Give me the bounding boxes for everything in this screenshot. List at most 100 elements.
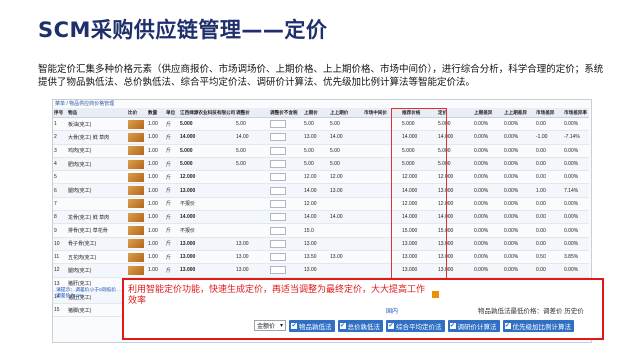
- cell-item: 骨子骨(克工): [67, 237, 127, 251]
- adjust-price-input[interactable]: [270, 146, 286, 155]
- item-thumbnail: [127, 144, 147, 158]
- adjust-price-input[interactable]: [270, 120, 286, 129]
- product-image[interactable]: [128, 146, 144, 156]
- adjust-price-input[interactable]: [270, 239, 286, 248]
- table-row[interactable]: 8 龙骨(克工) 鲜 草肉 1.00 斤 14.000 14.00 14.00 14.000 1…: [53, 210, 589, 225]
- product-image[interactable]: [128, 226, 144, 236]
- cell-item: [67, 170, 127, 185]
- cell-adj: 14.00: [235, 130, 269, 145]
- column-header[interactable]: 序号: [53, 108, 67, 118]
- cell-d2: 0.00%: [503, 250, 535, 265]
- table-row[interactable]: 10 骨子骨(克工) 1.00 斤 13.000 13.00 13.00 13.000 13.0…: [53, 237, 589, 251]
- table-row[interactable]: 12 腿肉(克工) 1.00 斤 13.000 13.00 13.00 13.000 13.00…: [53, 263, 589, 278]
- column-header[interactable]: 上上期价: [329, 108, 363, 118]
- product-image[interactable]: [128, 172, 144, 182]
- product-image[interactable]: [128, 199, 144, 209]
- page-title: SCM采购供应链管理——定价: [38, 18, 328, 42]
- breadcrumb[interactable]: 菜单 / 物品供应商价格管理: [53, 100, 591, 108]
- cell-supplier: 13.000: [179, 183, 235, 198]
- column-header[interactable]: 物品: [67, 108, 127, 118]
- column-header[interactable]: 调整价不含税: [269, 108, 303, 118]
- column-header[interactable]: 市场差异: [535, 108, 563, 118]
- adjust-price-input-cell: [269, 183, 303, 198]
- cell-d2: 0.00%: [503, 237, 535, 251]
- adjust-price-input[interactable]: [270, 266, 286, 275]
- cell-d4: 0.00%: [563, 263, 589, 278]
- cell-qty: 1.00: [147, 117, 165, 132]
- adjust-price-input[interactable]: [270, 160, 286, 169]
- btn-item-lowest[interactable]: ✔ 物品孰低法: [289, 319, 335, 332]
- product-image[interactable]: [128, 239, 144, 249]
- column-header[interactable]: 上期价: [303, 108, 329, 118]
- cell-d3: 0.00: [535, 263, 563, 278]
- product-image[interactable]: [128, 132, 144, 142]
- column-header[interactable]: 比价: [127, 108, 147, 118]
- adjust-price-input[interactable]: [270, 253, 286, 262]
- table-row[interactable]: 2 大骨(克工) 鲜 草肉 1.00 斤 14.000 14.00 13.00 14.00 14…: [53, 130, 589, 145]
- table-row[interactable]: 6 腿肉(克工) 1.00 斤 13.000 14.00 13.00 14.000 13.000…: [53, 183, 589, 198]
- cell-prev: 13.00: [303, 263, 329, 278]
- product-image[interactable]: [128, 119, 144, 129]
- item-thumbnail: [127, 237, 147, 251]
- table-row[interactable]: 11 五花肉(克工) 1.00 斤 13.000 13.00 13.50 13.00 13.00…: [53, 250, 589, 265]
- table-row[interactable]: 1 板油(克工) 1.00 斤 5.000 5.00 5.00 5.00 5.000 5.000 0…: [53, 117, 589, 132]
- column-header[interactable]: 数量: [147, 108, 165, 118]
- price-type-select-value: 金额价: [257, 324, 276, 330]
- cell-item: 猪脚(克工): [67, 303, 127, 318]
- product-image[interactable]: [128, 186, 144, 196]
- cell-unit: 斤: [165, 117, 179, 132]
- table-row[interactable]: 3 鸡肉(克工) 1.00 斤 5.000 5.00 5.00 5.00 5.000 5.000 0…: [53, 144, 589, 158]
- item-thumbnail: [127, 250, 147, 265]
- product-image[interactable]: [128, 159, 144, 169]
- adjust-price-input[interactable]: [270, 186, 286, 195]
- cell-supplier: 13.000: [179, 250, 235, 265]
- adjust-price-input[interactable]: [270, 226, 286, 235]
- adjust-price-input[interactable]: [270, 213, 286, 222]
- table-row[interactable]: 7 1.00 斤不报价 12.00 12.000 12.000 0.00% 0.00% 0.00…: [53, 197, 589, 212]
- cell-unit: 斤: [165, 144, 179, 158]
- adjust-price-input[interactable]: [270, 133, 286, 142]
- cell-prev2: 13.00: [329, 250, 363, 265]
- cell-no: 4: [53, 157, 67, 172]
- cell-prev2: 14.00: [329, 130, 363, 145]
- product-image[interactable]: [128, 212, 144, 222]
- btn-total-lowest[interactable]: ✔ 总价孰低法: [337, 319, 383, 332]
- column-header[interactable]: 江西绿源农业科技有限公司 供应: [179, 108, 235, 118]
- price-type-select[interactable]: 金额价 ▾: [254, 320, 286, 331]
- cell-d2: 0.00%: [503, 117, 535, 132]
- table-row[interactable]: 9 排骨(克工) 草花骨 1.00 斤不报价 15.0 15.000 15.000 0.00%…: [53, 223, 589, 238]
- cell-prev2: [329, 263, 363, 278]
- cell-item: 鸡肉(克工): [67, 144, 127, 158]
- cell-item: 龙骨(克工) 鲜 草肉: [67, 210, 127, 225]
- column-header[interactable]: 上上期差异: [503, 108, 535, 118]
- product-image[interactable]: [128, 252, 144, 262]
- btn-priority-ratio[interactable]: ✔ 优先级加比例计算法: [502, 319, 574, 332]
- cell-qty: 1.00: [147, 170, 165, 185]
- btn-survey-price[interactable]: ✔ 调研价计算法: [447, 319, 500, 332]
- column-header[interactable]: 市场差异率: [563, 108, 589, 118]
- adjust-price-input[interactable]: [270, 199, 286, 208]
- column-header[interactable]: 单位: [165, 108, 179, 118]
- cell-item: 五花肉(克工): [67, 250, 127, 265]
- table-row[interactable]: 4 肥肉(克工) 1.00 斤 5.000 5.00 5.00 5.00 5.000 5.000 0…: [53, 157, 589, 172]
- product-image[interactable]: [128, 265, 144, 275]
- table-row[interactable]: 5 1.00 斤 12.000 12.00 12.00 12.000 12.000 0.00% 0…: [53, 170, 589, 185]
- adjust-price-input[interactable]: [270, 173, 286, 182]
- item-thumbnail: [127, 210, 147, 225]
- cell-d4: 0.00%: [563, 223, 589, 238]
- cell-unit: 斤: [165, 263, 179, 278]
- cell-unit: 斤: [165, 157, 179, 172]
- cell-d2: 0.00%: [503, 210, 535, 225]
- btn-average-pricing[interactable]: ✔ 综合平均定价法: [386, 319, 445, 332]
- column-header[interactable]: 调整价: [235, 108, 269, 118]
- cell-item: 板油(克工): [67, 117, 127, 132]
- cell-d2: 0.00%: [503, 157, 535, 172]
- callout-text: 利用智能定价功能，快速生成定价，再适当调整为最终定价，大大提高工作效率: [128, 284, 426, 305]
- cell-no: 9: [53, 223, 67, 238]
- column-header[interactable]: 上期差异: [473, 108, 503, 118]
- tag-link[interactable]: 国内: [386, 306, 398, 315]
- adjust-price-input-cell: [269, 263, 303, 278]
- cell-qty: 1.00: [147, 223, 165, 238]
- cell-prev2: 14.00: [329, 210, 363, 225]
- cell-supplier: 12.000: [179, 170, 235, 185]
